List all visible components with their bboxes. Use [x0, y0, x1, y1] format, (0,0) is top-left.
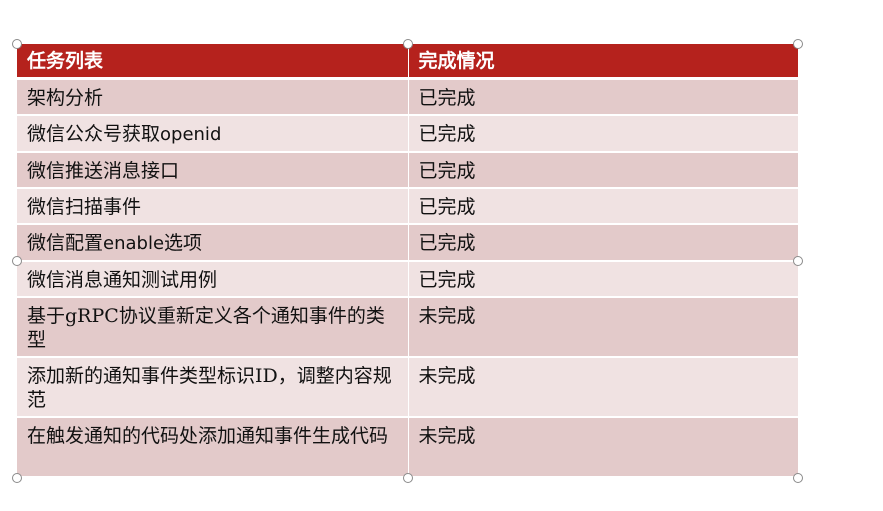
table-row: 架构分析 已完成 [17, 78, 799, 116]
task-cell[interactable]: 在触发通知的代码处添加通知事件生成代码 [17, 417, 409, 478]
status-cell[interactable]: 未完成 [408, 357, 799, 418]
task-cell[interactable]: 添加新的通知事件类型标识ID，调整内容规范 [17, 357, 409, 418]
status-cell[interactable]: 已完成 [408, 188, 799, 225]
table-row: 基于gRPC协议重新定义各个通知事件的类型 未完成 [17, 297, 799, 358]
resize-handle-middle-left[interactable] [12, 256, 22, 266]
status-cell[interactable]: 已完成 [408, 261, 799, 298]
task-cell[interactable]: 架构分析 [17, 78, 409, 116]
task-cell[interactable]: 微信扫描事件 [17, 188, 409, 225]
resize-handle-bottom-right[interactable] [793, 473, 803, 483]
task-table[interactable]: 任务列表 完成情况 架构分析 已完成 微信公众号获取openid 已完成 微信推… [17, 44, 799, 478]
task-cell[interactable]: 微信消息通知测试用例 [17, 261, 409, 298]
status-cell[interactable]: 已完成 [408, 115, 799, 153]
resize-handle-top-center[interactable] [403, 39, 413, 49]
selected-table-frame[interactable]: 任务列表 完成情况 架构分析 已完成 微信公众号获取openid 已完成 微信推… [17, 44, 799, 478]
resize-handle-top-left[interactable] [12, 39, 22, 49]
task-cell[interactable]: 微信推送消息接口 [17, 152, 409, 189]
resize-handle-bottom-center[interactable] [403, 473, 413, 483]
resize-handle-middle-right[interactable] [793, 256, 803, 266]
resize-handle-bottom-left[interactable] [12, 473, 22, 483]
table-row: 添加新的通知事件类型标识ID，调整内容规范 未完成 [17, 357, 799, 418]
status-cell[interactable]: 已完成 [408, 78, 799, 116]
task-cell[interactable]: 微信公众号获取openid [17, 115, 409, 153]
status-cell[interactable]: 未完成 [408, 297, 799, 358]
table-row: 微信推送消息接口 已完成 [17, 152, 799, 189]
task-cell[interactable]: 基于gRPC协议重新定义各个通知事件的类型 [17, 297, 409, 358]
table-row: 微信扫描事件 已完成 [17, 188, 799, 225]
task-cell[interactable]: 微信配置enable选项 [17, 224, 409, 262]
header-status[interactable]: 完成情况 [408, 44, 799, 80]
header-row: 任务列表 完成情况 [17, 44, 799, 80]
resize-handle-top-right[interactable] [793, 39, 803, 49]
status-cell[interactable]: 已完成 [408, 152, 799, 189]
status-cell[interactable]: 已完成 [408, 224, 799, 262]
table-row: 在触发通知的代码处添加通知事件生成代码 未完成 [17, 417, 799, 478]
status-cell[interactable]: 未完成 [408, 417, 799, 478]
table-row: 微信配置enable选项 已完成 [17, 224, 799, 262]
header-task-list[interactable]: 任务列表 [17, 44, 409, 80]
table-row: 微信公众号获取openid 已完成 [17, 115, 799, 153]
table-row: 微信消息通知测试用例 已完成 [17, 261, 799, 298]
